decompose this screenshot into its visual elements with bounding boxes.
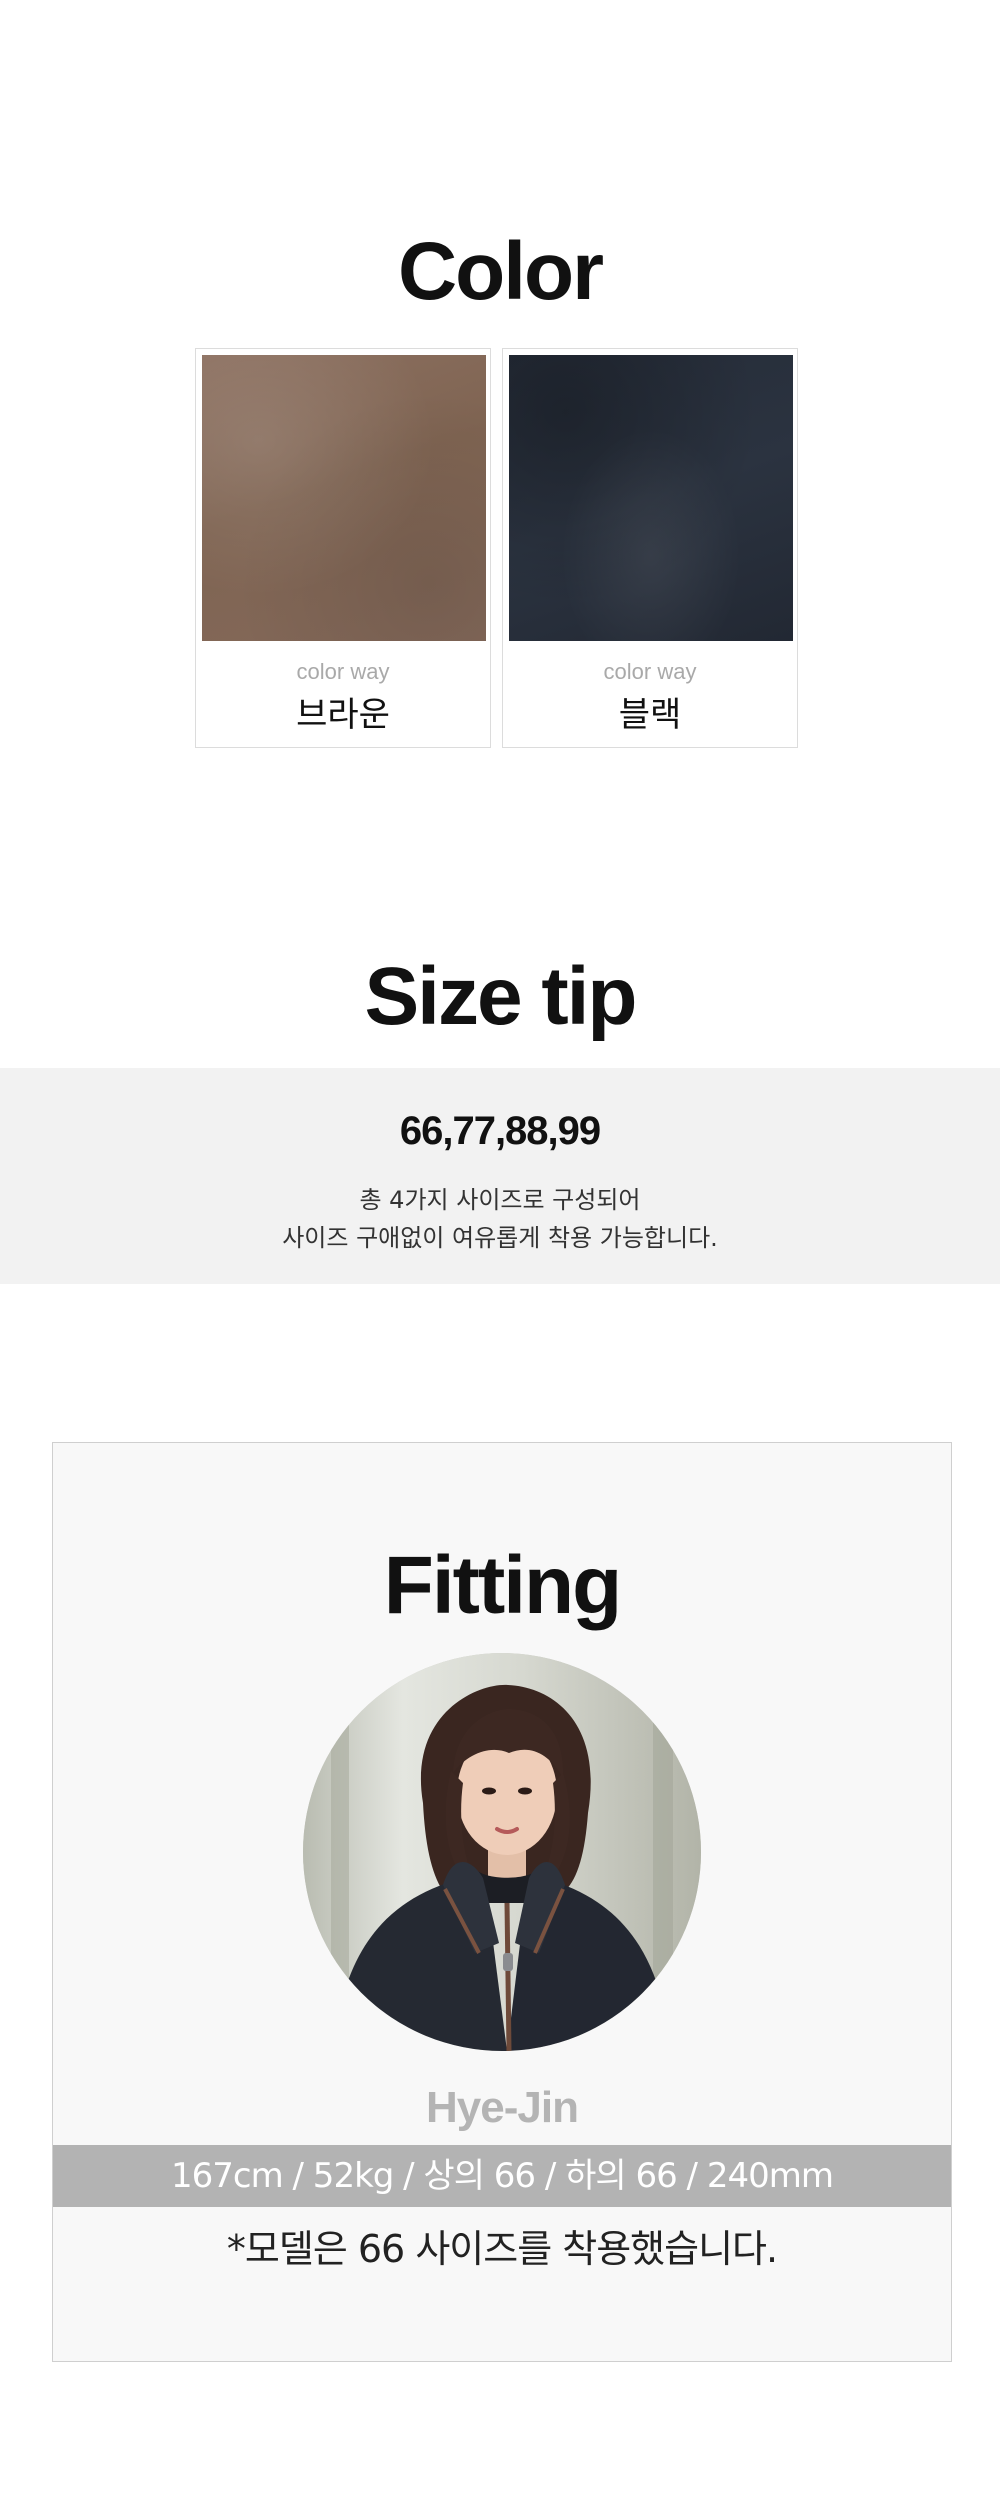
- swatch-caption: color way: [603, 659, 697, 684]
- size-tip-title: Size tip: [364, 951, 637, 1042]
- model-stats-bar: 167cm / 52kg / 상의 66 / 하의 66 / 240mm: [53, 2145, 951, 2207]
- model-size-note: *모델은 66 사이즈를 착용했습니다.: [226, 2227, 778, 2271]
- fitting-panel: Fitting Hye-Jin 167cm / 52kg / 상의 66 / 하…: [52, 1442, 952, 2362]
- color-swatch-brown[interactable]: color way 브라운: [195, 348, 491, 748]
- size-description-line-1: 총 4가지 사이즈로 구성되어: [359, 1186, 641, 1214]
- swatch-color-name: 브라운: [296, 695, 390, 735]
- color-section-title: Color: [397, 226, 604, 317]
- color-swatch-black[interactable]: color way 블랙: [502, 348, 798, 748]
- size-tip-band: 66,77,88,99 총 4가지 사이즈로 구성되어 사이즈 구애없이 여유롭…: [0, 1068, 1000, 1284]
- model-name: Hye-Jin: [426, 2083, 579, 2132]
- black-fabric-swatch: [509, 355, 793, 641]
- model-photo: [303, 1653, 701, 2051]
- swatch-caption: color way: [296, 659, 390, 684]
- size-list: 66,77,88,99: [399, 1109, 601, 1153]
- brown-fabric-swatch: [202, 355, 486, 641]
- swatch-color-name: 블랙: [618, 695, 682, 735]
- model-portrait-image: [303, 1653, 701, 2051]
- size-description-line-2: 사이즈 구애없이 여유롭게 착용 가능합니다.: [282, 1224, 718, 1252]
- fitting-title: Fitting: [383, 1540, 622, 1631]
